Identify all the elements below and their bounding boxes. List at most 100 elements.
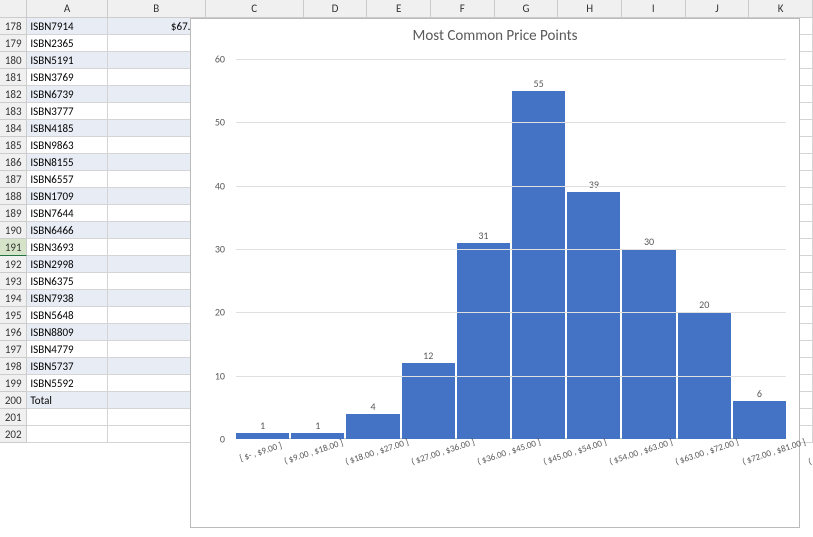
bar-value-label: 55 [512, 77, 565, 90]
row-header[interactable]: 188 [0, 188, 27, 205]
row-header[interactable]: 186 [0, 154, 27, 171]
cell[interactable]: ISBN1709 [27, 188, 107, 205]
histogram-bar[interactable]: 39 [567, 192, 620, 439]
bar-value-label: 1 [236, 419, 289, 432]
cell[interactable]: ISBN4185 [27, 120, 107, 137]
cell[interactable]: ISBN7938 [27, 290, 107, 307]
histogram-bar[interactable]: 4 [346, 414, 399, 439]
cell[interactable]: ISBN4779 [27, 341, 107, 358]
col-header-D[interactable]: D [304, 0, 368, 18]
plot-area: 1141231553930206 [236, 59, 786, 439]
cell[interactable]: ISBN6739 [27, 86, 107, 103]
row-header[interactable]: 189 [0, 205, 27, 222]
chart-title: Most Common Price Points [191, 19, 799, 49]
gridline [236, 312, 786, 313]
bar-value-label: 39 [567, 178, 620, 191]
histogram-bar[interactable]: 12 [402, 363, 455, 439]
bar-value-label: 4 [346, 400, 399, 413]
cell[interactable]: ISBN3769 [27, 69, 107, 86]
row-header[interactable]: 192 [0, 256, 27, 273]
row-header[interactable]: 195 [0, 307, 27, 324]
row-header[interactable]: 194 [0, 290, 27, 307]
row-header[interactable]: 200 [0, 392, 27, 409]
col-header-E[interactable]: E [367, 0, 431, 18]
row-header[interactable]: 180 [0, 52, 27, 69]
y-axis: 0102030405060 [191, 59, 231, 439]
y-tick-label: 20 [215, 306, 225, 319]
row-header[interactable]: 193 [0, 273, 27, 290]
row-header[interactable]: 199 [0, 375, 27, 392]
y-tick-label: 0 [220, 433, 225, 446]
cell[interactable]: ISBN5737 [27, 358, 107, 375]
row-header[interactable]: 198 [0, 358, 27, 375]
x-axis-labels: [ $- , $9.00 ]( $9.00 , $18.00 ]( $18.00… [236, 443, 786, 523]
cell[interactable]: ISBN7644 [27, 205, 107, 222]
row-header[interactable]: 185 [0, 137, 27, 154]
row-header[interactable]: 187 [0, 171, 27, 188]
gridline [236, 186, 786, 187]
y-tick-label: 30 [215, 243, 225, 256]
cell[interactable]: ISBN7914 [27, 18, 107, 35]
x-tick-label: ( $72.00 , $81.00 ] [739, 433, 813, 529]
cell[interactable]: ISBN3693 [27, 239, 107, 256]
histogram-bar[interactable]: 31 [457, 243, 510, 439]
row-header[interactable]: 182 [0, 86, 27, 103]
cell[interactable]: ISBN5592 [27, 375, 107, 392]
row-header[interactable]: 197 [0, 341, 27, 358]
col-header-B[interactable]: B [108, 0, 206, 18]
cell[interactable]: ISBN8809 [27, 324, 107, 341]
cell[interactable]: ISBN3777 [27, 103, 107, 120]
y-tick-label: 60 [215, 53, 225, 66]
bar-value-label: 1 [291, 419, 344, 432]
col-header-A[interactable]: A [27, 0, 107, 18]
bar-value-label: 20 [678, 298, 731, 311]
col-header-F[interactable]: F [431, 0, 495, 18]
histogram-bar[interactable]: 30 [622, 249, 675, 439]
col-header-G[interactable]: G [495, 0, 559, 18]
row-header[interactable]: 196 [0, 324, 27, 341]
row-header[interactable]: 190 [0, 222, 27, 239]
row-header[interactable]: 202 [0, 426, 27, 443]
col-header-K[interactable]: K [749, 0, 813, 18]
gridline [236, 122, 786, 123]
y-tick-label: 50 [215, 116, 225, 129]
histogram-bar[interactable]: 1 [236, 433, 289, 439]
col-header-J[interactable]: J [686, 0, 750, 18]
row-header[interactable]: 191 [0, 239, 27, 256]
cell[interactable]: ISBN9863 [27, 137, 107, 154]
histogram-bar[interactable]: 6 [733, 401, 786, 439]
y-tick-label: 40 [215, 179, 225, 192]
row-header[interactable]: 201 [0, 409, 27, 426]
y-tick-label: 10 [215, 369, 225, 382]
bar-value-label: 6 [733, 387, 786, 400]
col-header-I[interactable]: I [622, 0, 686, 18]
col-header-H[interactable]: H [558, 0, 622, 18]
bar-value-label: 30 [622, 235, 675, 248]
row-header[interactable]: 179 [0, 35, 27, 52]
select-all-corner[interactable] [0, 0, 27, 18]
x-tick-label: ( $63.00 , $72.00 ] [673, 433, 761, 529]
row-header[interactable]: 183 [0, 103, 27, 120]
cell[interactable]: ISBN6557 [27, 171, 107, 188]
cell[interactable] [27, 426, 107, 443]
cell[interactable]: ISBN2998 [27, 256, 107, 273]
row-header[interactable]: 181 [0, 69, 27, 86]
histogram-chart[interactable]: Most Common Price Points 0102030405060 1… [190, 18, 800, 528]
histogram-bar[interactable]: 55 [512, 91, 565, 439]
cell[interactable] [27, 409, 107, 426]
cell[interactable]: ISBN2365 [27, 35, 107, 52]
cell[interactable]: ISBN6466 [27, 222, 107, 239]
bar-value-label: 31 [457, 229, 510, 242]
row-header[interactable]: 178 [0, 18, 27, 35]
cell[interactable]: ISBN8155 [27, 154, 107, 171]
gridline [236, 376, 786, 377]
cell[interactable]: ISBN5191 [27, 52, 107, 69]
bar-value-label: 12 [402, 349, 455, 362]
cell[interactable]: ISBN5648 [27, 307, 107, 324]
cell[interactable]: ISBN6375 [27, 273, 107, 290]
gridline [236, 59, 786, 60]
row-header[interactable]: 184 [0, 120, 27, 137]
gridline [236, 249, 786, 250]
col-header-C[interactable]: C [206, 0, 304, 18]
cell[interactable]: Total [27, 392, 107, 409]
